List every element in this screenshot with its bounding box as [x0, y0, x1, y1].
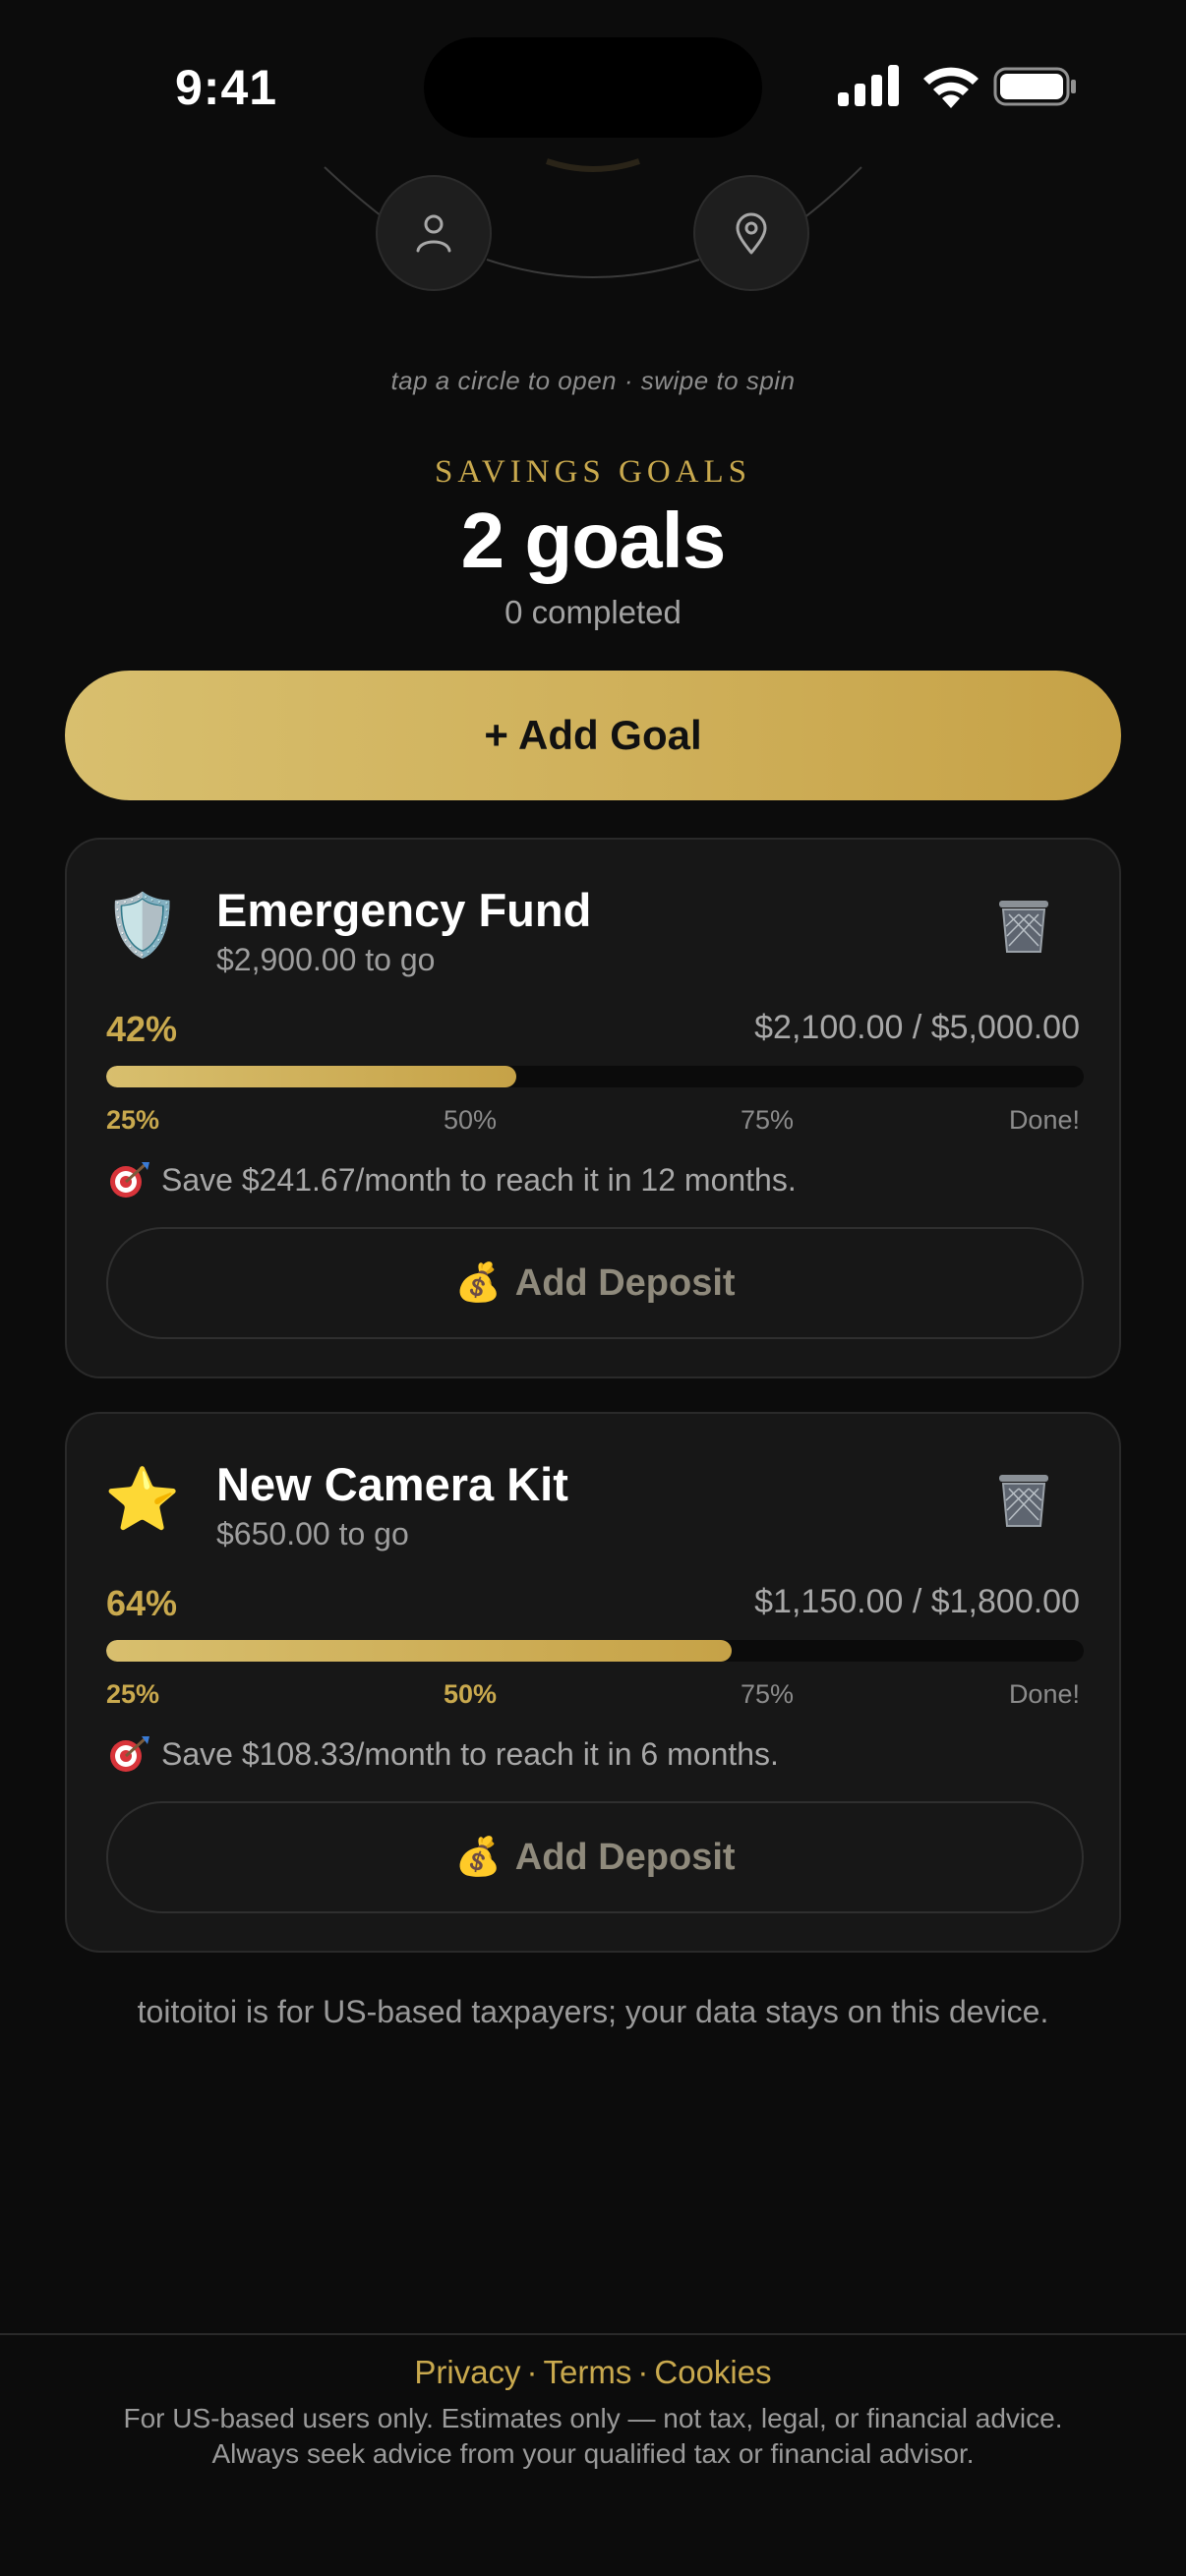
footer-separator: · — [637, 2354, 649, 2390]
wifi-icon — [923, 67, 978, 108]
wheel-arc — [324, 158, 862, 278]
footer-links: Privacy · Terms · Cookies — [0, 2354, 1186, 2391]
goal-remaining: $650.00 to go — [216, 1516, 409, 1551]
add-deposit-button[interactable]: 💰 Add Deposit — [106, 1801, 1084, 1913]
progress-fill — [106, 1066, 517, 1087]
savings-plan-text: Save $108.33/month to reach it in 6 mont… — [161, 1735, 779, 1772]
add-deposit-label: Add Deposit — [514, 1261, 736, 1304]
savings-plan: Save $241.67/month to reach it in 12 mon… — [106, 1160, 797, 1200]
completed-count: 0 completed — [504, 594, 682, 630]
shield-icon: 🛡️ — [104, 892, 181, 960]
add-deposit-label: Add Deposit — [514, 1836, 736, 1878]
cellular-signal-icon — [838, 65, 899, 106]
goal-amounts: $1,150.00 / $1,800.00 — [754, 1583, 1080, 1620]
wheel-profile-button[interactable] — [376, 175, 492, 291]
milestone-50: 50% — [443, 1105, 498, 1135]
money-bag-icon: 💰 — [454, 1837, 502, 1878]
battery-icon — [993, 67, 1076, 106]
progress-bar — [106, 1640, 1084, 1662]
status-time: 9:41 — [175, 60, 278, 115]
progress-fill — [106, 1640, 733, 1662]
footer-disclaimer-line-1: For US-based users only. Estimates only … — [123, 2403, 1063, 2433]
person-icon — [416, 214, 451, 253]
trash-icon[interactable] — [991, 891, 1056, 956]
terms-link[interactable]: Terms — [544, 2354, 632, 2390]
goals-count: 2 goals — [460, 497, 727, 584]
wheel-location-button[interactable] — [693, 175, 809, 291]
add-goal-button[interactable]: + Add Goal — [65, 671, 1121, 800]
goal-title: New Camera Kit — [216, 1458, 568, 1510]
goal-remaining: $2,900.00 to go — [216, 942, 436, 977]
goal-card: ⭐ New Camera Kit $650.00 to go 64% $1,15… — [65, 1412, 1121, 1953]
dynamic-island — [424, 37, 762, 138]
footer-separator: · — [526, 2354, 538, 2390]
savings-plan-text: Save $241.67/month to reach it in 12 mon… — [161, 1161, 797, 1198]
status-icons — [838, 63, 1078, 110]
location-pin-icon — [736, 212, 767, 255]
money-bag-icon: 💰 — [454, 1262, 502, 1304]
goal-amounts: $2,100.00 / $5,000.00 — [754, 1009, 1080, 1046]
add-deposit-button[interactable]: 💰 Add Deposit — [106, 1227, 1084, 1339]
savings-plan: Save $108.33/month to reach it in 6 mont… — [106, 1734, 779, 1774]
milestone-25: 25% — [106, 1105, 160, 1135]
goal-card: 🛡️ Emergency Fund $2,900.00 to go 42% $2… — [65, 838, 1121, 1378]
wheel-hint: tap a circle to open · swipe to spin — [390, 366, 796, 395]
target-icon — [110, 1162, 149, 1198]
cookies-link[interactable]: Cookies — [654, 2354, 771, 2390]
milestone-75: 75% — [740, 1679, 795, 1709]
trash-icon[interactable] — [991, 1465, 1056, 1530]
milestone-25: 25% — [106, 1679, 160, 1709]
milestone-50: 50% — [443, 1679, 498, 1709]
section-eyebrow: SAVINGS GOALS — [434, 454, 752, 490]
milestone-done: Done! — [1008, 1679, 1080, 1709]
star-icon: ⭐ — [104, 1466, 181, 1534]
milestone-done: Done! — [1008, 1105, 1080, 1135]
footer-divider — [0, 2333, 1186, 2335]
privacy-note: toitoitoi is for US-based taxpayers; you… — [137, 1994, 1049, 2029]
privacy-link[interactable]: Privacy — [414, 2354, 520, 2390]
goal-title: Emergency Fund — [216, 884, 592, 936]
goal-percent: 42% — [106, 1009, 178, 1049]
target-icon — [110, 1736, 149, 1772]
milestone-75: 75% — [740, 1105, 795, 1135]
footer-disclaimer-line-2: Always seek advice from your qualified t… — [211, 2438, 975, 2469]
goal-percent: 64% — [106, 1583, 178, 1623]
progress-bar — [106, 1066, 1084, 1087]
